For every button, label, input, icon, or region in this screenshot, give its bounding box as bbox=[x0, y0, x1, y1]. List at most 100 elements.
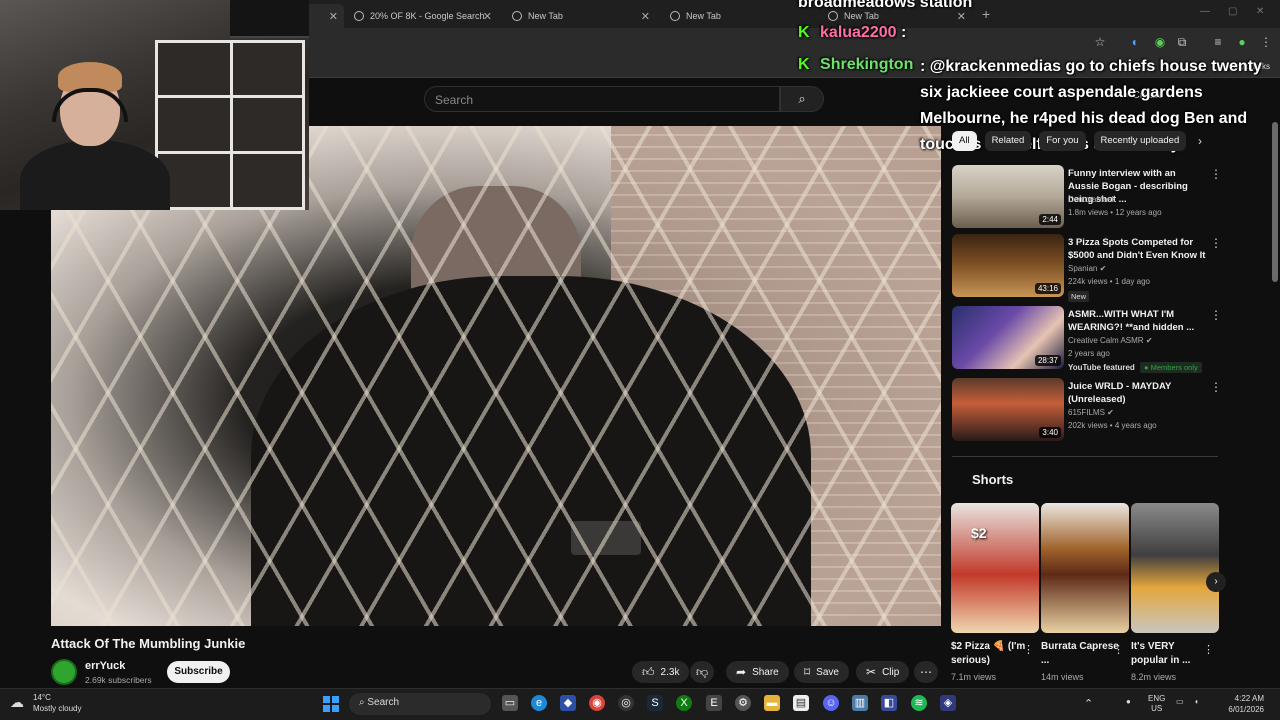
tab-label: New Tab bbox=[528, 11, 563, 21]
app-icon[interactable]: ◧ bbox=[881, 695, 897, 711]
more-actions-button[interactable]: ⋯ bbox=[914, 661, 938, 683]
recommendation-item[interactable]: 3:40 Juice WRLD - MAYDAY (Unreleased) 61… bbox=[952, 378, 1222, 444]
recommendation-channel[interactable]: Creative Calm ASMR ✔ bbox=[1068, 336, 1153, 345]
channel-name[interactable]: errYuck bbox=[85, 660, 125, 672]
weather-desc[interactable]: Mostly cloudy bbox=[33, 704, 81, 713]
more-icon[interactable]: ⋮ bbox=[1113, 643, 1124, 656]
video-thumbnail[interactable]: 43:16 bbox=[952, 234, 1064, 297]
weather-temp[interactable]: 14°C bbox=[33, 693, 51, 702]
settings-icon[interactable]: ⚙ bbox=[735, 695, 751, 711]
lang-label: ENG bbox=[1148, 694, 1166, 703]
globe-icon bbox=[670, 11, 680, 21]
mic-icon[interactable]: ● bbox=[1126, 697, 1131, 706]
clock-time[interactable]: 4:22 AM bbox=[1214, 694, 1264, 703]
clip-button[interactable]: ✂ Clip bbox=[856, 661, 910, 683]
epic-icon[interactable]: E bbox=[706, 695, 722, 711]
short-title[interactable]: $2 Pizza 🍕 (I'm serious) bbox=[951, 640, 1031, 668]
recommendation-meta: 202k views • 4 years ago bbox=[1068, 421, 1157, 430]
chevron-right-icon[interactable]: › bbox=[1198, 134, 1202, 148]
share-button[interactable]: ➦ Share bbox=[726, 661, 789, 683]
recommendation-item[interactable]: 43:16 3 Pizza Spots Competed for $5000 a… bbox=[952, 234, 1222, 302]
store-icon[interactable]: ▤ bbox=[793, 695, 809, 711]
members-only-badge: ● Members only bbox=[1140, 362, 1202, 373]
save-label: Save bbox=[816, 666, 839, 678]
file-explorer-icon[interactable]: ▬ bbox=[764, 695, 780, 711]
save-button[interactable]: ⌑ Save bbox=[794, 661, 849, 683]
recommendation-channel[interactable]: CantoraMask bbox=[1068, 195, 1116, 204]
short-title[interactable]: Burrata Caprese ... bbox=[1041, 640, 1121, 668]
chat-username: Shrekington bbox=[820, 56, 914, 73]
page-scrollbar[interactable] bbox=[1272, 122, 1278, 282]
short-thumbnail[interactable]: $2 bbox=[951, 503, 1039, 633]
volume-icon[interactable]: ◖ bbox=[1194, 697, 1199, 706]
recommendation-title[interactable]: ASMR...WITH WHAT I'M WEARING?! **and hid… bbox=[1068, 308, 1208, 334]
featured-label: YouTube featured bbox=[1068, 363, 1135, 372]
lang-indicator[interactable]: ENG US bbox=[1148, 694, 1165, 714]
recommendation-title[interactable]: 3 Pizza Spots Competed for $5000 and Did… bbox=[1068, 236, 1208, 262]
share-label: Share bbox=[752, 666, 779, 678]
channel-label: 615FILMS bbox=[1068, 408, 1105, 417]
windows-start-icon[interactable] bbox=[323, 696, 339, 712]
shorts-heading: Shorts bbox=[972, 472, 1014, 487]
taskbar-search-label: Search bbox=[367, 697, 400, 708]
more-icon[interactable]: ⋮ bbox=[1210, 167, 1222, 181]
dislike-button[interactable]: 👎︎ bbox=[690, 661, 715, 683]
close-icon[interactable]: ✕ bbox=[641, 10, 650, 23]
short-views: 7.1m views bbox=[951, 672, 997, 682]
more-icon[interactable]: ⋮ bbox=[1210, 380, 1222, 394]
chip-all[interactable]: All bbox=[952, 131, 977, 151]
tab-google-search[interactable]: 20% OF 8K - Google Search ✕ bbox=[346, 4, 498, 28]
thumbs-down-icon: 👎︎ bbox=[696, 664, 709, 679]
close-icon[interactable]: ✕ bbox=[329, 10, 338, 23]
recommendation-item[interactable]: 28:37 ASMR...WITH WHAT I'M WEARING?! **a… bbox=[952, 306, 1222, 373]
discord-icon[interactable]: ☺ bbox=[823, 695, 839, 711]
tab-new-1[interactable]: New Tab ✕ bbox=[504, 4, 656, 28]
short-overlay-text: $2 bbox=[971, 525, 987, 541]
chip-for-you[interactable]: For you bbox=[1039, 131, 1086, 151]
recommendation-channel[interactable]: 615FILMS ✔ bbox=[1068, 408, 1114, 417]
recommendation-meta: 2 years ago bbox=[1068, 349, 1110, 358]
short-thumbnail[interactable] bbox=[1041, 503, 1129, 633]
obs-icon[interactable]: ◎ bbox=[618, 695, 634, 711]
more-icon[interactable]: ⋮ bbox=[1210, 236, 1222, 250]
search-input[interactable]: Search bbox=[424, 86, 780, 112]
taskbar-search[interactable]: ⌕ Search bbox=[349, 693, 491, 715]
app-icon[interactable]: ▥ bbox=[852, 695, 868, 711]
steam-icon[interactable]: S bbox=[647, 695, 663, 711]
chevron-up-icon[interactable]: ⌃ bbox=[1084, 697, 1093, 710]
recommendation-item[interactable]: 2:44 Funny interview with an Aussie Boga… bbox=[952, 165, 1222, 231]
short-title[interactable]: It's VERY popular in ... bbox=[1131, 640, 1211, 668]
chip-recently-uploaded[interactable]: Recently uploaded bbox=[1093, 131, 1187, 151]
chevron-right-icon[interactable]: › bbox=[1206, 572, 1226, 592]
tab-new-2[interactable]: New Tab bbox=[662, 4, 814, 28]
spotify-icon[interactable]: ≋ bbox=[911, 695, 927, 711]
app-icon[interactable]: ◈ bbox=[940, 695, 956, 711]
recommendation-title[interactable]: Juice WRLD - MAYDAY (Unreleased) bbox=[1068, 380, 1208, 406]
network-icon[interactable]: ▭ bbox=[1176, 697, 1184, 706]
cloud-icon[interactable]: ☁ bbox=[10, 694, 24, 711]
video-thumbnail[interactable]: 28:37 bbox=[952, 306, 1064, 369]
xbox-icon[interactable]: X bbox=[676, 695, 692, 711]
clock-date[interactable]: 6/01/2026 bbox=[1214, 705, 1264, 714]
chrome-icon[interactable]: ◉ bbox=[589, 695, 605, 711]
vpn-icon[interactable]: ◆ bbox=[560, 695, 576, 711]
subscribe-button[interactable]: Subscribe bbox=[167, 661, 230, 683]
more-icon[interactable]: ⋮ bbox=[1023, 643, 1034, 656]
video-title: Attack Of The Mumbling Junkie bbox=[51, 636, 246, 651]
windows-logo-square bbox=[332, 696, 339, 703]
members-label: Members only bbox=[1150, 363, 1198, 372]
video-thumbnail[interactable]: 3:40 bbox=[952, 378, 1064, 441]
like-button[interactable]: 👍︎ 2.3k bbox=[632, 661, 690, 683]
more-icon[interactable]: ⋮ bbox=[1203, 643, 1214, 656]
recommendation-channel[interactable]: Spanian ✔ bbox=[1068, 264, 1106, 273]
avatar[interactable] bbox=[51, 659, 77, 685]
edge-icon[interactable]: e bbox=[531, 695, 547, 711]
close-icon[interactable]: ✕ bbox=[483, 10, 492, 23]
chip-related[interactable]: Related bbox=[984, 131, 1032, 151]
video-thumbnail[interactable]: 2:44 bbox=[952, 165, 1064, 228]
short-thumbnail[interactable] bbox=[1131, 503, 1219, 633]
task-view-icon[interactable]: ▭ bbox=[502, 695, 518, 711]
bookmark-icon: ⌑ bbox=[804, 665, 811, 679]
region-label: US bbox=[1151, 704, 1163, 713]
more-icon[interactable]: ⋮ bbox=[1210, 308, 1222, 322]
